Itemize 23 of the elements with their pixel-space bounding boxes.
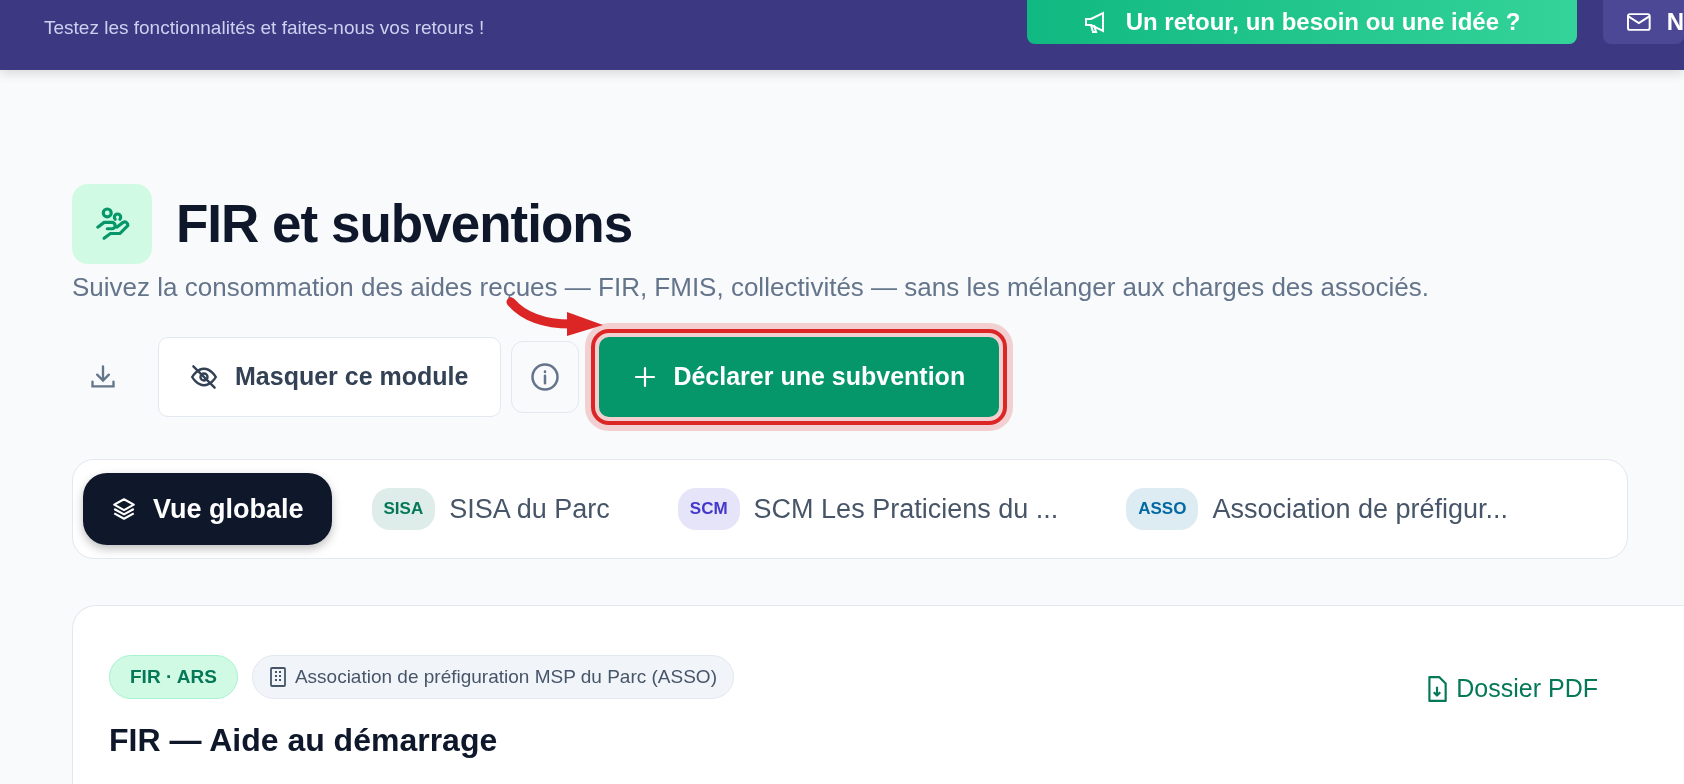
layers-icon bbox=[111, 496, 137, 522]
entity-tab[interactable]: SISA SISA du Parc bbox=[343, 473, 638, 545]
grant-type-tag: FIR · ARS bbox=[109, 654, 238, 699]
mail-button[interactable]: N bbox=[1603, 0, 1684, 44]
page-title: FIR et subventions bbox=[176, 193, 633, 256]
entity-tag: Association de préfiguration MSP du Parc (ASSO) bbox=[251, 654, 734, 699]
info-icon bbox=[530, 362, 561, 392]
pdf-file-link[interactable]: Dossier PDF bbox=[1426, 670, 1598, 708]
plus-icon bbox=[633, 365, 658, 389]
download-icon bbox=[89, 363, 117, 391]
entity-tab[interactable]: SCM SCM Les Praticiens du ... bbox=[649, 473, 1087, 545]
grant-title: FIR — Aide au démarrage bbox=[109, 720, 499, 760]
hide-module-button[interactable]: Masquer ce module bbox=[158, 337, 502, 417]
entity-tab[interactable]: ASSO Association de préfigur... bbox=[1098, 473, 1537, 545]
file-download-icon bbox=[1426, 675, 1449, 702]
building-icon bbox=[268, 666, 287, 687]
envelope-icon bbox=[1627, 13, 1651, 31]
module-icon bbox=[72, 184, 152, 264]
eye-slash-icon bbox=[189, 364, 219, 390]
banner-message: Testez les fonctionnalités et faites-nous vos retours ! bbox=[44, 16, 485, 40]
entity-tab[interactable]: Vue globale bbox=[83, 473, 332, 545]
page-subtitle: Suivez la consommation des aides reçues — FIR, FMIS, collectivités — sans les mélanger aux charges des associés. bbox=[72, 271, 1430, 304]
info-button[interactable] bbox=[511, 341, 580, 413]
